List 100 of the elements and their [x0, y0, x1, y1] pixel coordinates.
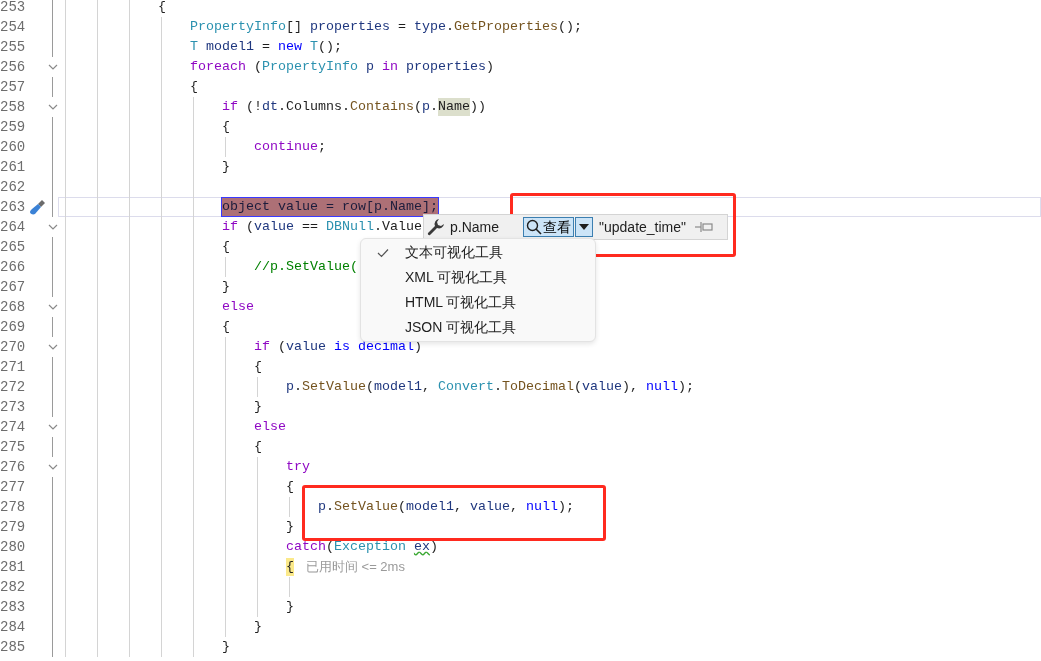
code-text: =: [260, 38, 271, 56]
code-keyword: foreach: [190, 58, 246, 76]
code-method-name: SetValue: [301, 378, 366, 396]
line-number: 262: [0, 178, 27, 197]
code-keyword: if: [221, 218, 238, 236]
code-method-name: SetValue: [333, 498, 398, 516]
line-number: 276: [0, 458, 27, 477]
menu-item[interactable]: XML 可视化工具: [405, 267, 508, 288]
line-number: 267: [0, 278, 27, 297]
code-text: {: [221, 238, 230, 256]
line-number: 254: [0, 18, 27, 37]
code-keyword: in: [381, 58, 399, 76]
line-number: 256: [0, 58, 27, 77]
line-number: 259: [0, 118, 27, 137]
code-identifier: p: [285, 378, 294, 396]
code-text: (: [413, 98, 422, 116]
line-number: 283: [0, 598, 27, 617]
code-keyword: else: [253, 418, 286, 436]
menu-item[interactable]: JSON 可视化工具: [405, 317, 517, 338]
line-number: 272: [0, 378, 27, 397]
code-text: .Value: [373, 218, 422, 236]
code-text: ();: [318, 38, 342, 56]
code-text: }: [285, 598, 294, 616]
code-text: .: [325, 498, 334, 516]
line-number: 265: [0, 238, 27, 257]
menu-item[interactable]: HTML 可视化工具: [405, 292, 517, 313]
warning-identifier: ex: [413, 538, 430, 556]
line-number: 271: [0, 358, 27, 377]
code-identifier: properties: [405, 58, 486, 76]
code-text: {: [285, 478, 294, 496]
code-identifier: p: [421, 98, 430, 116]
code-type-name: T: [190, 38, 199, 56]
code-text: {: [253, 438, 262, 456]
code-text: .: [493, 378, 502, 396]
code-text: }: [221, 638, 230, 656]
code-text: {: [190, 78, 198, 96]
code-text: }: [221, 158, 230, 176]
code-text: {: [158, 0, 166, 16]
code-text: (: [365, 378, 374, 396]
code-text: }: [285, 518, 294, 536]
code-text: (: [573, 378, 582, 396]
code-keyword: if: [253, 338, 270, 356]
dropdown-button[interactable]: [575, 217, 594, 237]
code-text: );: [677, 378, 694, 396]
code-identifier: p: [365, 58, 375, 76]
line-number: 258: [0, 98, 27, 117]
line-number: 261: [0, 158, 27, 177]
code-text: []: [285, 18, 303, 36]
pin-icon[interactable]: [694, 221, 715, 233]
code-text: ,: [453, 498, 463, 516]
code-text: (: [325, 538, 334, 556]
code-identifier: p: [317, 498, 326, 516]
chevron-down-icon[interactable]: [48, 343, 58, 351]
line-number: 269: [0, 318, 27, 337]
line-number: 280: [0, 538, 27, 557]
code-identifier: model1: [206, 38, 254, 56]
line-number: 266: [0, 258, 27, 277]
code-keyword: else: [221, 298, 254, 316]
menu-item[interactable]: 文本可视化工具: [405, 242, 503, 263]
chevron-down-icon[interactable]: [48, 103, 58, 111]
code-text: }: [253, 618, 262, 636]
code-text: {: [253, 358, 262, 376]
code-type-name: PropertyInfo: [190, 18, 286, 36]
chevron-down-icon[interactable]: [48, 463, 58, 471]
line-number: 285: [0, 638, 27, 657]
line-number: 264: [0, 218, 27, 237]
line-number: 284: [0, 618, 27, 637]
code-identifier: value: [285, 338, 327, 356]
code-type-name: DBNull: [325, 218, 374, 236]
code-keyword: new: [278, 38, 303, 56]
code-identifier: model1: [373, 378, 422, 396]
code-text: ),: [621, 378, 639, 396]
line-number: 260: [0, 138, 27, 157]
code-type-name: Exception: [333, 538, 407, 556]
line-number: 255: [0, 38, 27, 57]
line-number: 263: [0, 198, 27, 217]
code-text: ,: [509, 498, 519, 516]
chevron-down-icon[interactable]: [48, 423, 58, 431]
code-keyword: if: [221, 98, 238, 116]
code-text: {: [221, 318, 230, 336]
code-identifier: properties: [309, 18, 390, 36]
code-method-name: ToDecimal: [501, 378, 574, 396]
code-method-name: GetProperties: [453, 18, 558, 36]
chevron-down-icon[interactable]: [48, 63, 58, 71]
code-text: ): [485, 58, 494, 76]
view-button[interactable]: 查看: [523, 217, 575, 237]
chevron-down-icon[interactable]: [48, 223, 58, 231]
code-text: ;: [317, 138, 326, 156]
code-text: (: [397, 498, 406, 516]
search-icon: [526, 219, 543, 235]
caret-icon: [579, 224, 590, 230]
code-identifier: value: [253, 218, 294, 236]
code-comment: //p.SetValue(: [253, 258, 358, 276]
expression-label: p.Name: [450, 217, 500, 237]
code-identifier: dt: [261, 98, 278, 116]
chevron-down-icon[interactable]: [48, 303, 58, 311]
code-identifier: type: [413, 18, 446, 36]
line-number: 281: [0, 558, 27, 577]
matched-brace: {: [285, 558, 294, 576]
line-number: 257: [0, 78, 27, 97]
